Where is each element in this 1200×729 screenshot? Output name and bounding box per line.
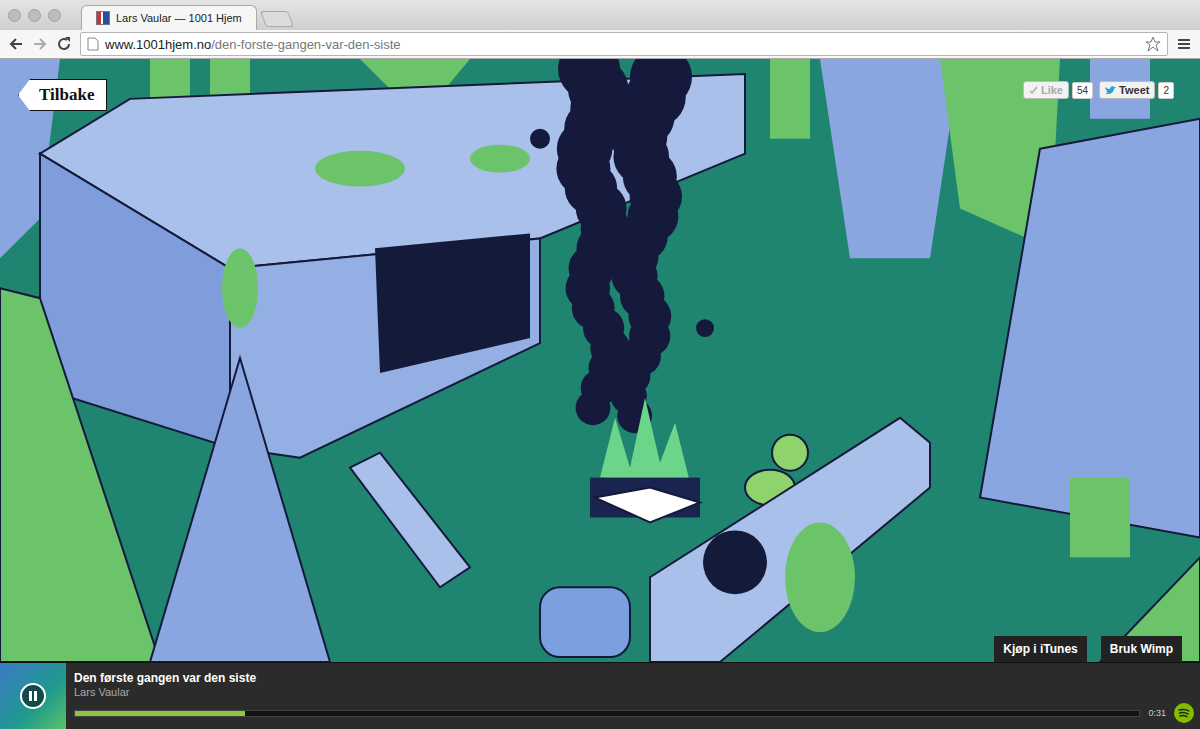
audio-player: Den første gangen var den sisteLars Vaul… bbox=[0, 662, 1200, 729]
address-field[interactable]: www.1001hjem.no/den-forste-gangen-var-de… bbox=[80, 32, 1168, 56]
forward-arrow-icon[interactable] bbox=[32, 36, 48, 52]
social-button[interactable]: Tweet2 bbox=[1099, 81, 1174, 99]
artist-name: Lars Vaular bbox=[74, 685, 1194, 699]
check-icon bbox=[1029, 86, 1038, 95]
page-content: Tilbake Like54 Tweet2 Kjøp i iTunes Bruk W… bbox=[0, 59, 1200, 662]
spotify-icon[interactable] bbox=[1174, 703, 1194, 723]
back-button[interactable]: Tilbake bbox=[18, 79, 107, 111]
minimize-icon[interactable] bbox=[28, 9, 41, 22]
toolbar: www.1001hjem.no/den-forste-gangen-var-de… bbox=[0, 30, 1200, 59]
tab-strip: Lars Vaular — 1001 Hjem bbox=[0, 0, 1200, 30]
campfire bbox=[590, 398, 700, 523]
share-count: 54 bbox=[1072, 82, 1093, 99]
pause-icon[interactable] bbox=[20, 683, 46, 709]
menu-icon[interactable] bbox=[1176, 36, 1192, 52]
bird-icon bbox=[1105, 86, 1116, 95]
foreground-trees bbox=[0, 119, 1200, 662]
illustration bbox=[0, 59, 1200, 662]
share-button[interactable]: Like bbox=[1023, 81, 1069, 99]
backpack bbox=[540, 530, 767, 657]
zoom-icon[interactable] bbox=[48, 9, 61, 22]
share-count: 2 bbox=[1158, 82, 1174, 99]
progress-row: 0:31 bbox=[74, 703, 1194, 723]
store-button[interactable]: Kjøp i iTunes bbox=[994, 636, 1086, 662]
tab-title: Lars Vaular — 1001 Hjem bbox=[116, 12, 242, 24]
social-buttons: Like54 Tweet2 bbox=[1023, 81, 1174, 99]
url-host: www.1001hjem.no bbox=[105, 37, 211, 52]
smoke-column bbox=[530, 59, 714, 433]
close-icon[interactable] bbox=[8, 9, 21, 22]
social-button[interactable]: Like54 bbox=[1023, 81, 1093, 99]
progress-bar[interactable] bbox=[74, 710, 1140, 717]
progress-fill bbox=[75, 711, 245, 716]
store-button[interactable]: Bruk Wimp bbox=[1101, 636, 1182, 662]
url-path: /den-forste-gangen-var-den-siste bbox=[211, 37, 400, 52]
back-arrow-icon[interactable] bbox=[8, 36, 24, 52]
browser-window: Lars Vaular — 1001 Hjem www.1001hjem.no/d… bbox=[0, 0, 1200, 729]
reload-icon[interactable] bbox=[56, 36, 72, 52]
share-button[interactable]: Tweet bbox=[1099, 81, 1155, 99]
player-info: Den første gangen var den sisteLars Vaul… bbox=[66, 663, 1200, 729]
elapsed-time: 0:31 bbox=[1148, 708, 1166, 718]
track-title: Den første gangen var den siste bbox=[74, 671, 1194, 685]
bookmark-star-icon[interactable] bbox=[1145, 36, 1161, 52]
bunker bbox=[40, 74, 745, 458]
store-buttons: Kjøp i iTunes Bruk Wimp bbox=[994, 636, 1182, 662]
new-tab-button[interactable] bbox=[260, 11, 294, 27]
browser-tab[interactable]: Lars Vaular — 1001 Hjem bbox=[81, 5, 257, 30]
favicon-icon bbox=[96, 11, 110, 25]
window-controls bbox=[8, 9, 61, 22]
album-art[interactable] bbox=[0, 663, 66, 729]
stone-walls bbox=[350, 418, 930, 662]
page-icon bbox=[87, 37, 99, 51]
